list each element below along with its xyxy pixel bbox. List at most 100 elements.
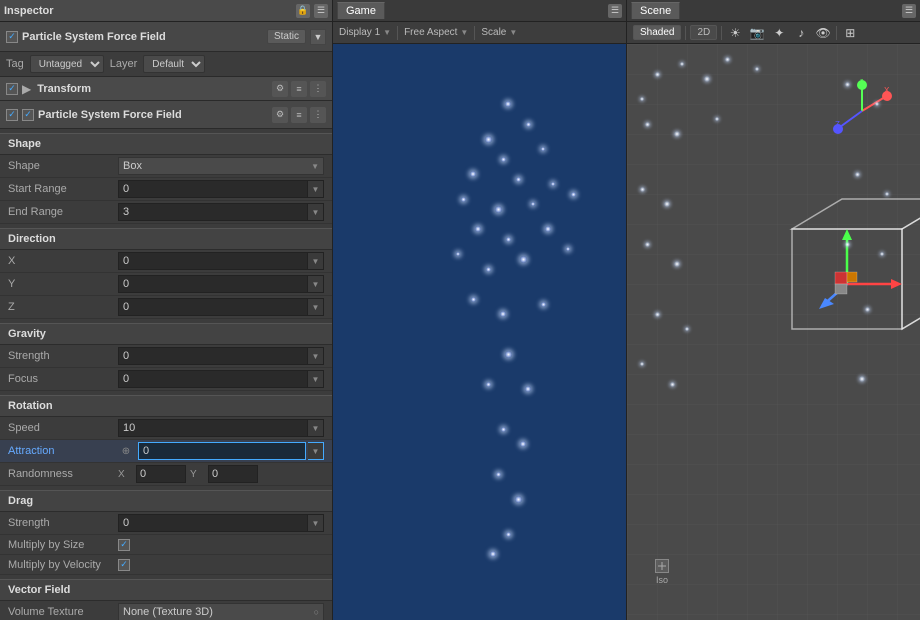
right-panels: Game ☰ Display 1 ▼ Free Aspect ▼ Scale <box>333 0 920 620</box>
grav-strength-arrow[interactable]: ▼ <box>308 347 324 365</box>
prop-multiply-size: Multiply by Size <box>0 535 332 555</box>
prop-grav-strength: Strength ▼ <box>0 345 332 368</box>
aspect-label: Free Aspect <box>404 27 457 38</box>
prop-rot-speed: Speed ▼ <box>0 417 332 440</box>
tag-select[interactable]: Untagged <box>30 55 104 73</box>
scene-divider-1 <box>685 26 686 40</box>
inspector-title: Inspector <box>4 5 54 17</box>
rot-speed-arrow[interactable]: ▼ <box>308 419 324 437</box>
prop-end-range-label: End Range <box>8 206 118 218</box>
transform-enabled[interactable] <box>6 83 18 95</box>
scale-selector[interactable]: Scale ▼ <box>481 27 517 38</box>
scene-particle <box>715 117 719 121</box>
dir-z-arrow[interactable]: ▼ <box>308 298 324 316</box>
randomness-y-input[interactable] <box>208 465 258 483</box>
2d-btn[interactable]: 2D <box>690 25 717 40</box>
panels-top: Game ☰ Display 1 ▼ Free Aspect ▼ Scale <box>333 0 920 620</box>
start-range-arrow[interactable]: ▼ <box>308 180 324 198</box>
scene-particle <box>845 242 850 247</box>
scene-divider-2 <box>721 26 722 40</box>
grav-focus-input[interactable] <box>118 370 308 388</box>
layer-label: Layer <box>110 58 138 70</box>
prop-dir-z: Z ▼ <box>0 296 332 319</box>
iso-icon <box>655 559 669 573</box>
scene-particle <box>640 187 645 192</box>
game-menu-icon[interactable]: ☰ <box>608 4 622 18</box>
game-particle <box>505 101 511 107</box>
psff-script-enabled[interactable] <box>22 109 34 121</box>
aspect-selector[interactable]: Free Aspect ▼ <box>404 27 468 38</box>
dir-x-arrow[interactable]: ▼ <box>308 252 324 270</box>
inspector-body[interactable]: Particle System Force Field ⚙ ≡ ⋮ Shape … <box>0 101 332 620</box>
drag-strength-arrow[interactable]: ▼ <box>308 514 324 532</box>
go-enabled-checkbox[interactable] <box>6 31 18 43</box>
dir-z-input[interactable] <box>118 298 308 316</box>
light-icon[interactable]: ☀ <box>726 24 744 42</box>
psff-icon-a[interactable]: ⚙ <box>272 107 288 123</box>
transform-menu-icon[interactable]: ⋮ <box>310 81 326 97</box>
dir-x-input[interactable] <box>118 252 308 270</box>
scene-viewport: X Y Z Iso <box>627 44 920 620</box>
layer-select[interactable]: Default <box>143 55 205 73</box>
prop-drag-strength-label: Strength <box>8 517 118 529</box>
dir-y-arrow[interactable]: ▼ <box>308 275 324 293</box>
static-dropdown-btn[interactable]: ▼ <box>310 29 326 45</box>
game-tab-icons: ☰ <box>608 4 622 18</box>
menu-icon[interactable]: ☰ <box>314 4 328 18</box>
shape-dropdown[interactable]: Box ▼ <box>118 157 324 175</box>
scene-particle <box>680 62 684 66</box>
multiply-size-checkbox[interactable] <box>118 539 130 551</box>
randomness-x-input[interactable] <box>136 465 186 483</box>
start-range-input[interactable] <box>118 180 308 198</box>
game-particle <box>551 182 555 186</box>
scene-particle <box>885 192 889 196</box>
game-particle <box>541 302 546 307</box>
grav-strength-input[interactable] <box>118 347 308 365</box>
scene-menu-icon[interactable]: ☰ <box>902 4 916 18</box>
scene-particle <box>875 102 879 106</box>
drag-strength-input[interactable] <box>118 514 308 532</box>
dir-y-input[interactable] <box>118 275 308 293</box>
camera-icon[interactable]: 📷 <box>748 24 766 42</box>
psff-icons: ⚙ ≡ ⋮ <box>272 107 326 123</box>
transform-script-icon[interactable]: ⚙ <box>272 81 288 97</box>
shaded-btn[interactable]: Shaded <box>633 25 681 40</box>
game-tab-bar: Game ☰ <box>333 0 626 22</box>
game-tab[interactable]: Game <box>337 2 385 19</box>
transform-options-icon[interactable]: ≡ <box>291 81 307 97</box>
visibility-icon[interactable]: 👁 <box>814 24 832 42</box>
cursor-icon: ⊕ <box>118 443 134 459</box>
scene-particle <box>645 122 650 127</box>
gizmo-icon[interactable]: ⊞ <box>841 24 859 42</box>
volume-texture-dropdown[interactable]: None (Texture 3D) ○ <box>118 603 324 620</box>
end-range-input[interactable] <box>118 203 308 221</box>
grav-focus-arrow[interactable]: ▼ <box>308 370 324 388</box>
psff-icon-c[interactable]: ⋮ <box>310 107 326 123</box>
section-shape: Shape <box>0 133 332 155</box>
scene-particle <box>865 307 870 312</box>
scene-particle <box>670 382 675 387</box>
display-selector[interactable]: Display 1 ▼ <box>339 27 391 38</box>
rot-speed-input[interactable] <box>118 419 308 437</box>
game-particle <box>461 197 466 202</box>
scene-particle <box>845 82 850 87</box>
scene-particle <box>674 261 680 267</box>
game-particle <box>506 237 511 242</box>
transform-header: ▶ Transform ⚙ ≡ ⋮ <box>0 77 332 101</box>
audio-icon[interactable]: ♪ <box>792 24 810 42</box>
lock-icon[interactable]: 🔒 <box>296 4 310 18</box>
scene-tab[interactable]: Scene <box>631 2 680 19</box>
psff-icon-b[interactable]: ≡ <box>291 107 307 123</box>
scene-particle <box>725 57 730 62</box>
effects-icon[interactable]: ✦ <box>770 24 788 42</box>
game-particle <box>486 267 491 272</box>
multiply-velocity-checkbox[interactable] <box>118 559 130 571</box>
rot-attraction-input[interactable] <box>138 442 306 460</box>
prop-dir-y: Y ▼ <box>0 273 332 296</box>
psff-enabled[interactable] <box>6 109 18 121</box>
scene-particle <box>640 97 644 101</box>
game-particle <box>505 351 512 358</box>
end-range-arrow[interactable]: ▼ <box>308 203 324 221</box>
rot-attraction-arrow[interactable]: ▼ <box>308 442 324 460</box>
prop-rot-randomness-label: Randomness <box>8 468 118 480</box>
